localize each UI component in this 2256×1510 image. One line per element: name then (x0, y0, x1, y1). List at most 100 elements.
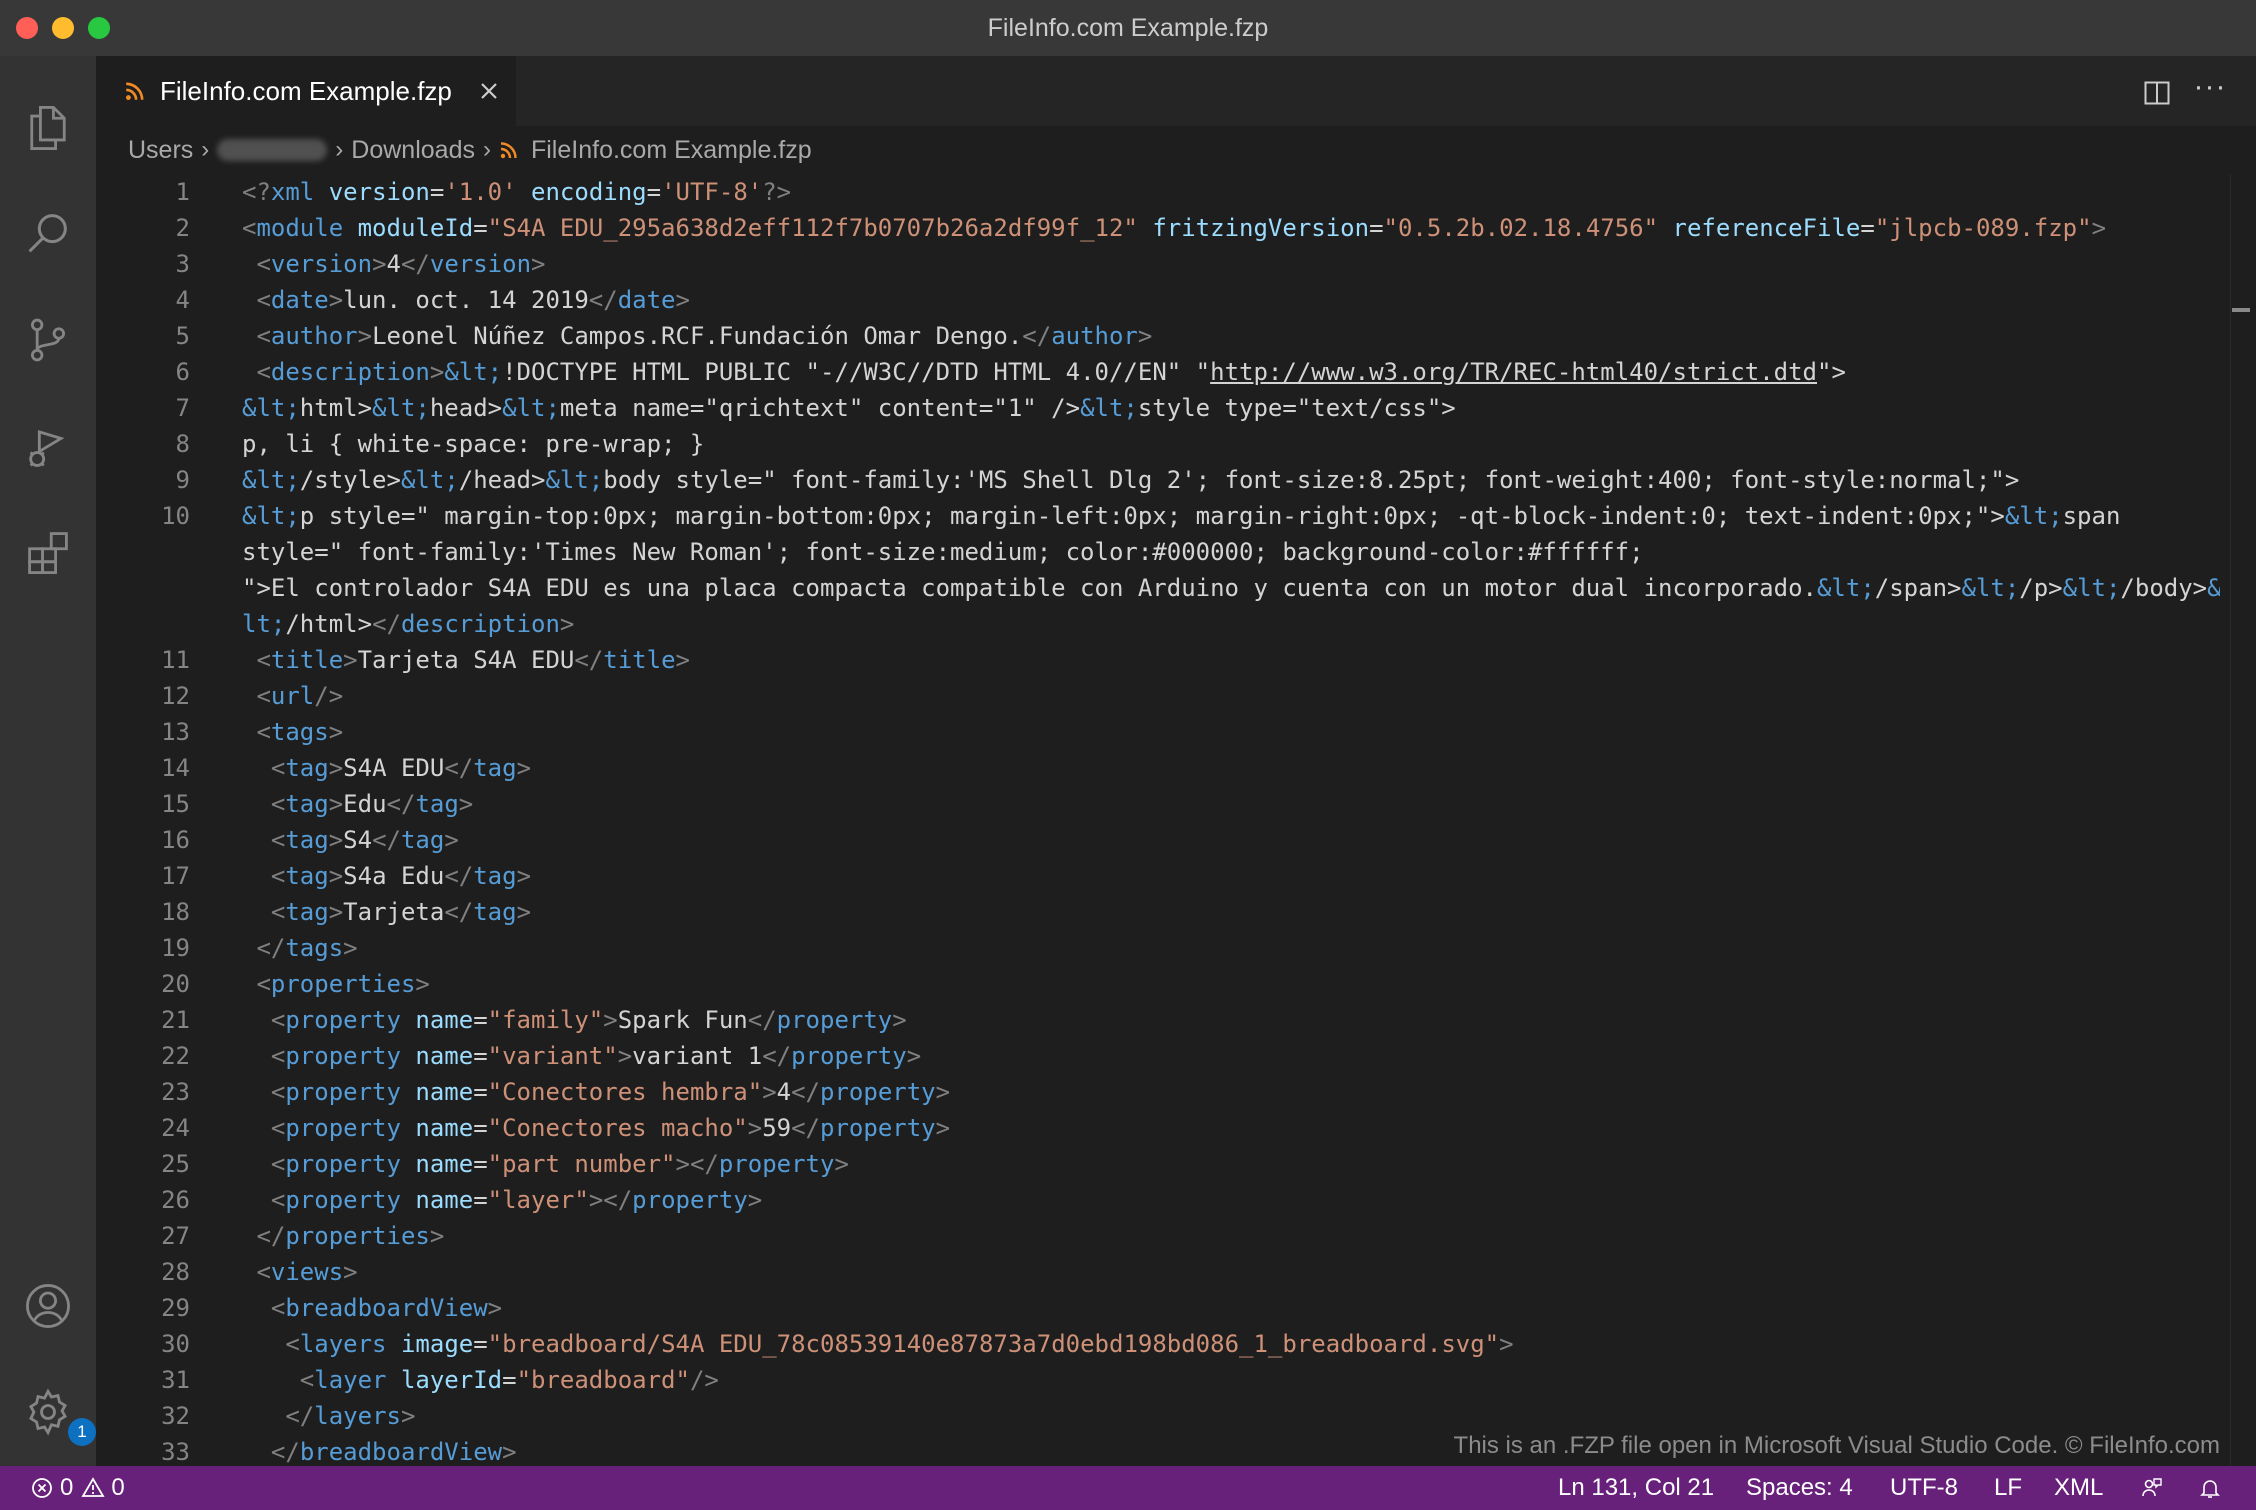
split-editor-icon[interactable] (2142, 78, 2172, 108)
code-token: ></ (588, 1186, 633, 1214)
code-text: <tag>S4a Edu</tag> (242, 858, 531, 894)
warning-icon (81, 1477, 105, 1497)
code-text: <layers image="breadboard/S4A EDU_78c085… (242, 1326, 1513, 1362)
encoding[interactable]: UTF-8 (1890, 1466, 1958, 1510)
code-token: version (429, 250, 532, 278)
code-text: <property name="variant">variant 1</prop… (242, 1038, 921, 1074)
breadcrumb-item-user[interactable] (217, 139, 328, 161)
extensions-icon[interactable] (18, 522, 78, 582)
code-token: = (473, 1042, 488, 1070)
breadcrumb-item-downloads[interactable]: Downloads (351, 126, 475, 174)
breadcrumb-item-file[interactable]: FileInfo.com Example.fzp (531, 126, 812, 174)
bell-icon[interactable] (2198, 1466, 2222, 1510)
line-number: 22 (161, 1042, 190, 1070)
code-token: "part number" (487, 1150, 676, 1178)
code-token: "0.5.2b.02.18.4756" (1383, 214, 1659, 242)
code-token: <? (242, 178, 271, 206)
cursor-position[interactable]: Ln 131, Col 21 (1558, 1466, 1714, 1510)
code-token: < (270, 1294, 286, 1322)
gear-icon[interactable]: 1 (18, 1382, 96, 1446)
code-token: > (935, 1114, 951, 1142)
line-number: 14 (161, 754, 190, 782)
line-number: 1 (175, 178, 190, 206)
code-token: 59 (762, 1114, 792, 1142)
close-icon[interactable] (474, 76, 504, 106)
code-token: !DOCTYPE HTML PUBLIC "-//W3C//DTD HTML 4… (502, 358, 1211, 386)
code-token: </ (444, 898, 474, 926)
code-token: > (328, 754, 344, 782)
code-token: < (270, 1042, 286, 1070)
language-mode[interactable]: XML (2054, 1466, 2103, 1510)
code-token: &lt; (1961, 574, 2020, 602)
code-text: <breadboardView> (242, 1290, 502, 1326)
code-token: > (892, 1006, 907, 1034)
code-token: > (328, 826, 344, 854)
source-control-icon[interactable] (18, 310, 78, 370)
code-token: layerId (400, 1366, 503, 1394)
line-number: 18 (161, 898, 190, 926)
code-token: S4a Edu (343, 862, 445, 890)
run-debug-icon[interactable] (18, 416, 78, 476)
explorer-icon[interactable] (18, 98, 78, 158)
code-token: </ (372, 610, 401, 638)
breadcrumb-item-users[interactable]: Users (128, 126, 193, 174)
code-token: < (270, 1006, 286, 1034)
indentation[interactable]: Spaces: 4 (1746, 1466, 1853, 1510)
code-token: < (270, 790, 286, 818)
editor-tab[interactable]: FileInfo.com Example.fzp (96, 56, 516, 126)
code-token: layers (299, 1330, 387, 1358)
code-text: <property name="layer"></property> (242, 1182, 762, 1218)
watermark: This is an .FZP file open in Microsoft V… (1453, 1432, 2220, 1459)
account-icon[interactable] (18, 1276, 78, 1336)
end-of-line[interactable]: LF (1994, 1466, 2022, 1510)
code-token: &lt; (1816, 574, 1875, 602)
code-token: /html> (285, 610, 373, 638)
search-icon[interactable] (18, 204, 78, 264)
code-token: & (2207, 574, 2220, 602)
code-token: property (285, 1186, 401, 1214)
code-editor[interactable]: 1 <?xml version='1.0' encoding='UTF-8'?> 2… (96, 174, 2220, 1466)
code-text: <description>&lt;!DOCTYPE HTML PUBLIC "-… (242, 354, 1845, 390)
line-number: 16 (161, 826, 190, 854)
code-token: name (415, 1078, 474, 1106)
code-token: tags (270, 718, 329, 746)
line-number: 2 (175, 214, 190, 242)
code-token: ></ (675, 1150, 719, 1178)
code-token: properties (270, 970, 416, 998)
code-text: <properties> (242, 966, 429, 1002)
code-text: <property name="Conectores macho">59</pr… (242, 1110, 950, 1146)
code-token: /span> (1874, 574, 1962, 602)
code-token: > (603, 1006, 618, 1034)
code-token: </ (1022, 322, 1052, 350)
line-number: 30 (161, 1330, 190, 1358)
code-token: name (415, 1006, 474, 1034)
vertical-scrollbar[interactable] (2230, 174, 2256, 1466)
code-token: > (516, 754, 532, 782)
rss-file-icon (125, 82, 144, 101)
line-number: 3 (175, 250, 190, 278)
code-token: author (1051, 322, 1138, 350)
problems-indicator[interactable]: 0 0 (30, 1466, 125, 1510)
code-token: tag (285, 790, 329, 818)
code-text: <property name="family">Spark Fun</prope… (242, 1002, 907, 1038)
code-token: > (429, 358, 445, 386)
code-token: breadboardView (285, 1294, 488, 1322)
code-token: module (256, 214, 344, 242)
code-token: < (270, 1078, 286, 1106)
code-token: property (285, 1114, 401, 1142)
code-text: <url/> (242, 678, 343, 714)
feedback-icon[interactable] (2140, 1466, 2164, 1510)
code-token: image (400, 1330, 474, 1358)
code-token: /> (689, 1366, 719, 1394)
more-actions-icon[interactable]: ··· (2192, 72, 2228, 108)
code-token: > (906, 1042, 922, 1070)
